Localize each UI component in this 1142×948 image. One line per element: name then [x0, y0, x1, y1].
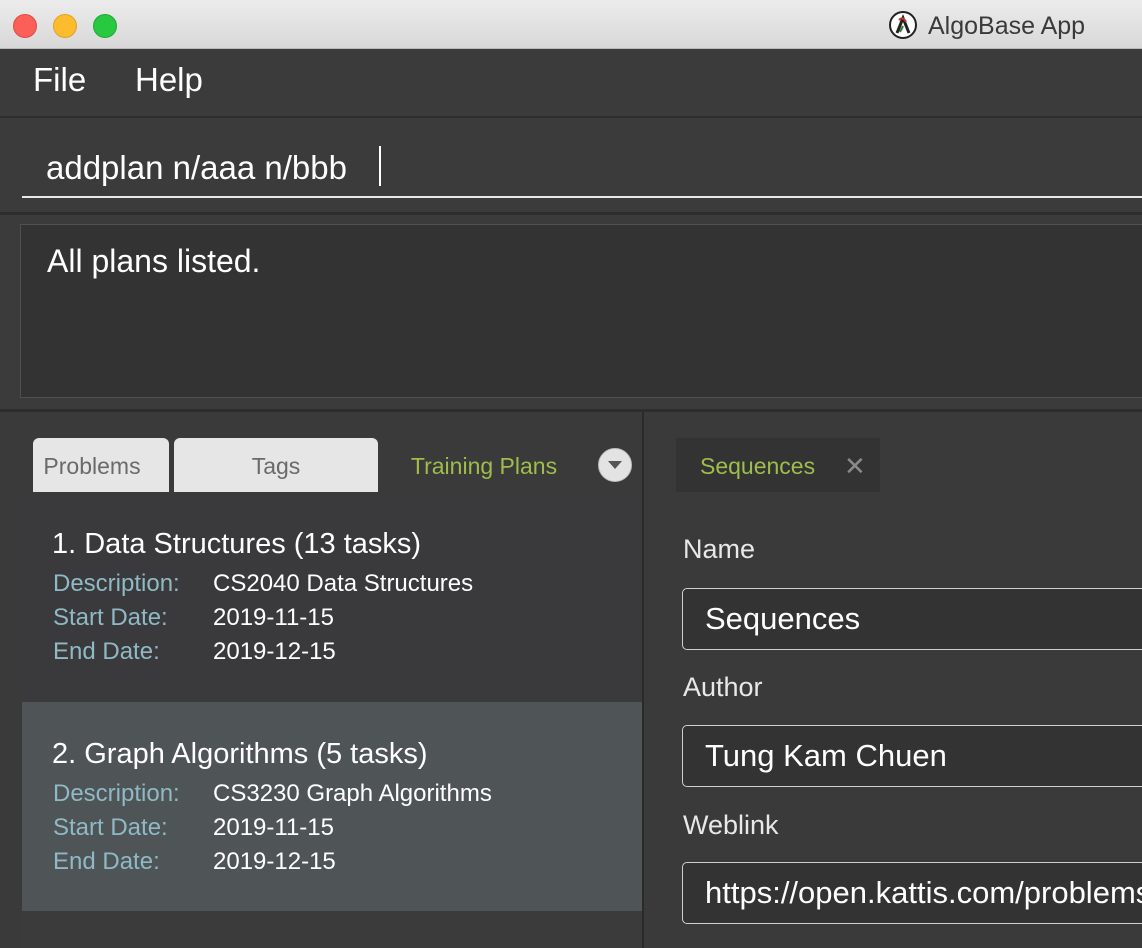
detail-pane: Sequences ✕ Name Sequences Author Tung K… [644, 412, 1142, 948]
plan-end-date: 2019-12-15 [213, 638, 336, 665]
result-display: All plans listed. [0, 215, 1142, 412]
command-input[interactable] [22, 140, 1142, 198]
result-message: All plans listed. [47, 243, 261, 279]
end-date-label: End Date: [53, 638, 160, 665]
plan-start-date: 2019-11-15 [213, 604, 334, 631]
plan-description: CS2040 Data Structures [213, 570, 474, 597]
start-date-label: Start Date: [53, 814, 168, 841]
plan-card[interactable]: 1. Data Structures (13 tasks) Descriptio… [22, 492, 642, 701]
tab-training-plans[interactable]: Training Plans [384, 438, 584, 492]
weblink-label: Weblink [683, 810, 779, 840]
name-field[interactable]: Sequences [682, 588, 1142, 650]
description-label: Description: [53, 570, 180, 597]
tab-tags-label: Tags [251, 453, 301, 479]
tab-sequences[interactable]: Sequences ✕ [676, 438, 880, 492]
list-pane: Problems Tags Training Plans 1. Data Str… [0, 412, 642, 948]
maximize-window-button[interactable] [93, 14, 117, 38]
tab-problems-label: Problems [43, 453, 141, 479]
plan-list: 1. Data Structures (13 tasks) Descriptio… [22, 492, 642, 948]
chevron-down-icon [608, 461, 622, 469]
weblink-field[interactable]: https://open.kattis.com/problems/sequenc… [682, 862, 1142, 924]
start-date-label: Start Date: [53, 604, 168, 631]
result-box[interactable]: All plans listed. [20, 224, 1142, 398]
plan-title: 1. Data Structures (13 tasks) [52, 528, 422, 560]
window-title: AlgoBase App [928, 12, 1086, 40]
close-icon[interactable]: ✕ [844, 438, 866, 494]
plan-card-selected[interactable]: 2. Graph Algorithms (5 tasks) Descriptio… [22, 702, 642, 911]
menu-help[interactable]: Help [135, 61, 203, 99]
author-label: Author [683, 672, 763, 702]
plan-title: 2. Graph Algorithms (5 tasks) [52, 738, 428, 770]
end-date-label: End Date: [53, 848, 160, 875]
command-box [0, 118, 1142, 215]
tab-problems[interactable]: Problems [33, 438, 169, 492]
plan-description: CS3230 Graph Algorithms [213, 780, 492, 807]
plan-start-date: 2019-11-15 [213, 814, 334, 841]
description-label: Description: [53, 780, 180, 807]
menu-file[interactable]: File [33, 61, 86, 99]
menu-bar: File Help [0, 49, 1142, 118]
app-logo-icon [888, 10, 918, 40]
text-caret [379, 146, 381, 186]
title-bar: AlgoBase App [0, 0, 1142, 49]
tab-sequences-label: Sequences [700, 453, 816, 479]
tab-dropdown-button[interactable] [598, 448, 632, 482]
name-label: Name [683, 534, 756, 564]
tab-training-plans-label: Training Plans [410, 453, 558, 479]
minimize-window-button[interactable] [53, 14, 77, 38]
close-window-button[interactable] [13, 14, 37, 38]
tab-tags[interactable]: Tags [174, 438, 378, 492]
plan-end-date: 2019-12-15 [213, 848, 336, 875]
author-field[interactable]: Tung Kam Chuen [682, 725, 1142, 787]
